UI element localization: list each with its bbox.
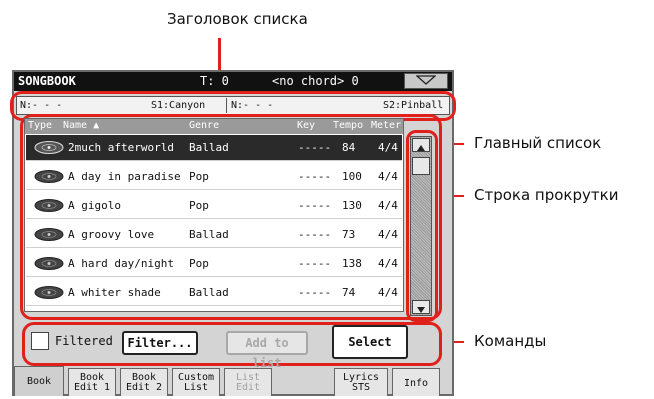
scroll-bar-highlight (406, 130, 438, 322)
song-key: ----- (298, 170, 332, 183)
song-meter: 4/4 (378, 170, 398, 183)
filter-button[interactable]: Filter... (122, 331, 198, 355)
song-row[interactable]: A whiter shade Ballad ----- 74 4/4 (26, 280, 402, 306)
song-key: ----- (298, 286, 332, 299)
song-tempo: 100 (342, 170, 362, 183)
filtered-checkbox[interactable] (31, 332, 49, 350)
song-genre: Pop (189, 257, 209, 270)
tab-custom-list-line2: List (183, 382, 209, 393)
song-tempo: 130 (342, 199, 362, 212)
song-genre: Ballad (189, 228, 229, 241)
song-tempo: 73 (342, 228, 356, 241)
song-disc-icon (34, 141, 64, 154)
song-name: A gigolo (68, 199, 121, 212)
song-genre: Ballad (189, 286, 229, 299)
song-row[interactable]: A groovy love Ballad ----- 73 4/4 (26, 222, 402, 248)
song-tempo: 74 (342, 286, 356, 299)
tab-info[interactable]: Info (392, 368, 440, 396)
col-type[interactable]: Type (28, 120, 52, 131)
song-name: A groovy love (68, 228, 155, 241)
page-menu-button[interactable] (404, 73, 448, 89)
tab-list-edit-line2: Edit (235, 382, 261, 393)
song-row[interactable]: A gigolo Pop ----- 130 4/4 (26, 193, 402, 219)
chord-readout: <no chord> 0 (272, 74, 359, 88)
col-meter[interactable]: Meter (371, 120, 401, 131)
tempo-readout: T: 0 (200, 74, 229, 88)
song-genre: Ballad (189, 141, 229, 154)
page-title: SONGBOOK (18, 74, 76, 88)
song-key: ----- (298, 257, 332, 270)
song-meter: 4/4 (378, 141, 398, 154)
tab-list-edit[interactable]: List Edit (224, 368, 272, 396)
main-list[interactable]: Type Name ▲ Genre Key Tempo Meter 2much … (24, 118, 404, 312)
song-disc-icon (34, 199, 64, 212)
song-name: A day in paradise (68, 170, 181, 183)
song-meter: 4/4 (378, 286, 398, 299)
col-tempo[interactable]: Tempo (333, 120, 363, 131)
callout-commands: Команды (474, 332, 547, 350)
col-key[interactable]: Key (297, 120, 315, 131)
song-disc-icon (34, 170, 64, 183)
song-row[interactable]: A hard day/night Pop ----- 138 4/4 (26, 251, 402, 277)
song-name: A whiter shade (68, 286, 161, 299)
song-row[interactable]: 2much afterworld Ballad ----- 84 4/4 (26, 135, 402, 161)
song-name: A hard day/night (68, 257, 174, 270)
add-to-list-button[interactable]: Add to list (226, 331, 308, 370)
tab-book[interactable]: Book (14, 366, 64, 396)
tab-info-label: Info (403, 378, 429, 389)
tab-lyrics-line2: STS (351, 382, 371, 393)
song-meter: 4/4 (378, 228, 398, 241)
tab-book-edit-1[interactable]: Book Edit 1 (68, 368, 116, 396)
callout-main-list: Главный список (474, 134, 602, 152)
tab-lyrics-sts[interactable]: Lyrics STS (334, 368, 388, 396)
tab-book-edit-2[interactable]: Book Edit 2 (120, 368, 168, 396)
song-disc-icon (34, 228, 64, 241)
song-tempo: 138 (342, 257, 362, 270)
song-row[interactable]: A day in paradise Pop ----- 100 4/4 (26, 164, 402, 190)
title-bar: SONGBOOK T: 0 <no chord> 0 (14, 72, 452, 91)
tab-book-edit-1-line2: Edit 1 (73, 382, 111, 393)
callout-list-header: Заголовок списка (167, 10, 308, 28)
select-button[interactable]: Select (332, 325, 408, 359)
song-tempo: 84 (342, 141, 356, 154)
song-key: ----- (298, 141, 332, 154)
song-key: ----- (298, 228, 332, 241)
col-genre[interactable]: Genre (189, 120, 219, 131)
tab-custom-list[interactable]: Custom List (172, 368, 220, 396)
song-name: 2much afterworld (68, 141, 174, 154)
song-meter: 4/4 (378, 257, 398, 270)
menu-triangle-icon (416, 75, 436, 85)
column-header-row: Type Name ▲ Genre Key Tempo Meter (25, 119, 403, 134)
tab-book-label: Book (26, 376, 52, 387)
song-key: ----- (298, 199, 332, 212)
song-disc-icon (34, 257, 64, 270)
filtered-label: Filtered (55, 334, 113, 348)
callout-scroll-bar: Строка прокрутки (474, 186, 619, 204)
tab-book-edit-2-line2: Edit 2 (125, 382, 163, 393)
song-disc-icon (34, 286, 64, 299)
song-meter: 4/4 (378, 199, 398, 212)
song-genre: Pop (189, 170, 209, 183)
song-genre: Pop (189, 199, 209, 212)
col-name[interactable]: Name ▲ (63, 120, 99, 131)
